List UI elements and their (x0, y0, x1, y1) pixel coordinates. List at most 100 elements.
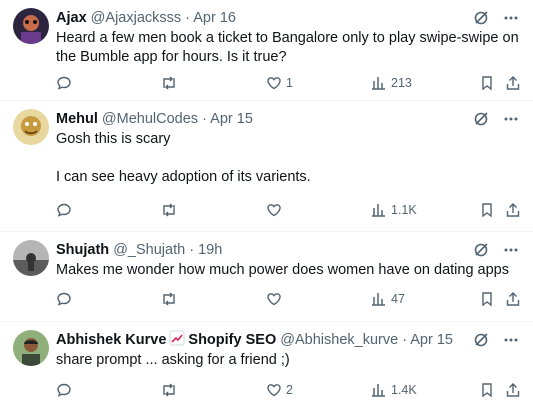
repost-button[interactable] (160, 75, 182, 91)
separator: · (402, 332, 408, 348)
grok-icon[interactable] (473, 10, 489, 26)
grok-icon[interactable] (473, 111, 489, 127)
like-button[interactable] (266, 291, 286, 307)
tweet[interactable]: Shujath @_Shujath · 19h Makes me wonder … (0, 232, 533, 322)
tweet-top-actions (473, 111, 519, 127)
tweet-line: Heard a few men book a ticket to Bangalo… (56, 30, 519, 46)
reply-button[interactable] (56, 382, 76, 398)
repost-icon (160, 382, 178, 398)
display-name-suffix[interactable]: Shopify SEO (188, 332, 276, 348)
bookmark-button[interactable] (479, 202, 495, 218)
tweet-line: the Bumble app for hours. Is it true? (56, 49, 287, 65)
reply-icon (56, 202, 72, 218)
views-button[interactable]: 47 (371, 291, 405, 307)
tweet[interactable]: Ajax @Ajaxjacksss · Apr 16 Heard a few m… (0, 0, 533, 101)
user-handle[interactable]: @_Shujath (113, 242, 185, 258)
separator: · (202, 111, 207, 127)
bookmark-icon (479, 291, 495, 307)
view-count: 1.4K (391, 383, 417, 397)
view-count: 47 (391, 292, 405, 306)
user-handle[interactable]: @Abhishek_kurve (280, 332, 398, 348)
timestamp[interactable]: Apr 16 (193, 10, 236, 26)
repost-button[interactable] (160, 382, 182, 398)
reply-button[interactable] (56, 202, 76, 218)
tweet-actions: 1.1K (56, 202, 521, 222)
avatar[interactable] (13, 8, 49, 44)
view-count: 1.1K (391, 203, 417, 217)
views-button[interactable]: 1.4K (371, 382, 417, 398)
like-icon (266, 291, 282, 307)
display-name[interactable]: Ajax (56, 10, 87, 26)
tweet-line: share prompt ... asking for a friend ;) (56, 352, 290, 368)
share-button[interactable] (505, 291, 521, 307)
share-icon (505, 75, 521, 91)
views-button[interactable]: 1.1K (371, 202, 417, 218)
more-icon[interactable] (503, 10, 519, 26)
like-button[interactable]: 2 (266, 382, 293, 398)
display-name[interactable]: Abhishek Kurve (56, 332, 166, 348)
views-icon (371, 75, 387, 91)
grok-icon[interactable] (473, 332, 489, 348)
share-button[interactable] (505, 75, 521, 91)
tweet-text: Heard a few men book a ticket to Bangalo… (56, 29, 521, 67)
bookmark-icon (479, 202, 495, 218)
repost-button[interactable] (160, 291, 182, 307)
tweet-text: Gosh this is scary I can see heavy adopt… (56, 130, 521, 187)
separator: · (185, 10, 191, 26)
avatar[interactable] (13, 330, 49, 366)
timestamp[interactable]: Apr 15 (210, 111, 253, 127)
tweet-top-actions (473, 332, 519, 348)
timestamp[interactable]: Apr 15 (410, 332, 453, 348)
share-icon (505, 291, 521, 307)
tweet-header: Mehul @MehulCodes · Apr 15 (56, 109, 473, 129)
reply-icon (56, 382, 72, 398)
like-icon (266, 382, 282, 398)
bookmark-icon (479, 382, 495, 398)
share-button[interactable] (505, 382, 521, 398)
user-handle[interactable]: @MehulCodes (102, 111, 198, 127)
repost-button[interactable] (160, 202, 182, 218)
user-handle[interactable]: @Ajaxjacksss (91, 10, 181, 26)
tweet-line: Gosh this is scary (56, 131, 171, 147)
reply-feed: Ajax @Ajaxjacksss · Apr 16 Heard a few m… (0, 0, 533, 410)
reply-button[interactable] (56, 75, 76, 91)
more-icon[interactable] (503, 242, 519, 258)
reply-icon (56, 291, 72, 307)
tweet-text: share prompt ... asking for a friend ;) (56, 351, 521, 370)
bookmark-button[interactable] (479, 291, 495, 307)
views-button[interactable]: 213 (371, 75, 412, 91)
bookmark-button[interactable] (479, 75, 495, 91)
separator: · (189, 242, 195, 258)
share-icon (505, 382, 521, 398)
display-name[interactable]: Mehul (56, 111, 98, 127)
grok-icon[interactable] (473, 242, 489, 258)
views-icon (371, 202, 387, 218)
more-icon[interactable] (503, 332, 519, 348)
tweet-actions: 2 1.4K (56, 382, 521, 402)
share-icon (505, 202, 521, 218)
like-icon (266, 202, 282, 218)
views-icon (371, 291, 387, 307)
view-count: 213 (391, 76, 412, 90)
tweet-actions: 47 (56, 291, 521, 311)
tweet-line: I can see heavy adoption of its varients… (56, 169, 311, 185)
avatar[interactable] (13, 109, 49, 145)
bookmark-button[interactable] (479, 382, 495, 398)
like-button[interactable]: 1 (266, 75, 293, 91)
repost-icon (160, 202, 178, 218)
timestamp[interactable]: 19h (198, 242, 222, 258)
views-icon (371, 382, 387, 398)
avatar[interactable] (13, 240, 49, 276)
tweet-top-actions (473, 10, 519, 26)
tweet[interactable]: Abhishek Kurve Shopify SEO @Abhishek_kurv… (0, 322, 533, 410)
like-button[interactable] (266, 202, 286, 218)
reply-button[interactable] (56, 291, 76, 307)
tweet-header: Ajax @Ajaxjacksss · Apr 16 (56, 8, 473, 28)
like-icon (266, 75, 282, 91)
more-icon[interactable] (503, 111, 519, 127)
tweet[interactable]: Mehul @MehulCodes · Apr 15 Gosh this is … (0, 101, 533, 232)
bookmark-icon (479, 75, 495, 91)
like-count: 1 (286, 76, 293, 90)
share-button[interactable] (505, 202, 521, 218)
display-name[interactable]: Shujath (56, 242, 109, 258)
